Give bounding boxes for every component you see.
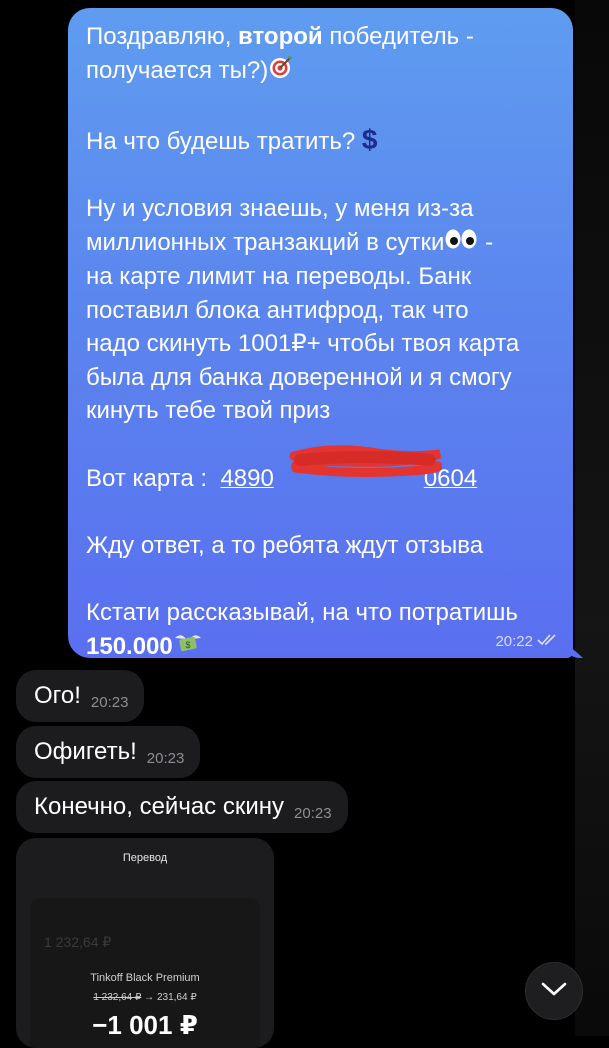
eyes-emoji-icon: [444, 226, 478, 260]
message-timestamp: 20:22: [495, 633, 559, 650]
target-emoji-icon: [268, 54, 294, 90]
message-text: Ого!: [34, 682, 81, 709]
outgoing-message-bubble[interactable]: Поздравляю, второй победитель - получает…: [68, 8, 573, 660]
incoming-message-bubble[interactable]: Конечно, сейчас скину 20:23: [16, 781, 348, 833]
receipt-balance: 1 232,64 ₽ → 231,64 ₽: [93, 992, 197, 1003]
background-edge: [575, 0, 609, 1036]
receipt-amount: −1 001 ₽: [92, 1010, 198, 1040]
message-timestamp: 20:23: [294, 804, 332, 822]
message-text: Конечно, сейчас скину: [34, 793, 285, 820]
incoming-message-bubble[interactable]: Офигеть! 20:23: [16, 726, 201, 778]
money-wings-emoji-icon: $: [173, 630, 203, 664]
faded-amount: 1 232,64 ₽: [44, 934, 112, 950]
bold-word: второй: [238, 23, 323, 50]
chevron-down-icon: [540, 980, 568, 1003]
svg-text:$: $: [185, 640, 190, 650]
receipt-bank-name: Tinkoff Black Premium: [90, 972, 200, 984]
card-label: Вот карта :: [86, 464, 208, 492]
double-check-icon: [537, 633, 559, 650]
amount-text: 150.000: [86, 632, 173, 660]
message-timestamp: 20:23: [90, 693, 129, 711]
redaction-scribble: [290, 445, 442, 477]
receipt-title: Перевод: [122, 852, 168, 864]
dollar-emoji-icon: $: [361, 123, 378, 155]
message-timestamp: 20:23: [146, 749, 185, 767]
outgoing-message-text: Поздравляю, второй победитель - получает…: [86, 20, 561, 664]
message-text: Офигеть!: [34, 738, 137, 765]
scroll-to-bottom-button[interactable]: [525, 962, 583, 1020]
incoming-message-bubble[interactable]: Ого! 20:23: [16, 670, 145, 722]
chat-area[interactable]: Поздравляю, второй победитель - получает…: [0, 0, 609, 1048]
